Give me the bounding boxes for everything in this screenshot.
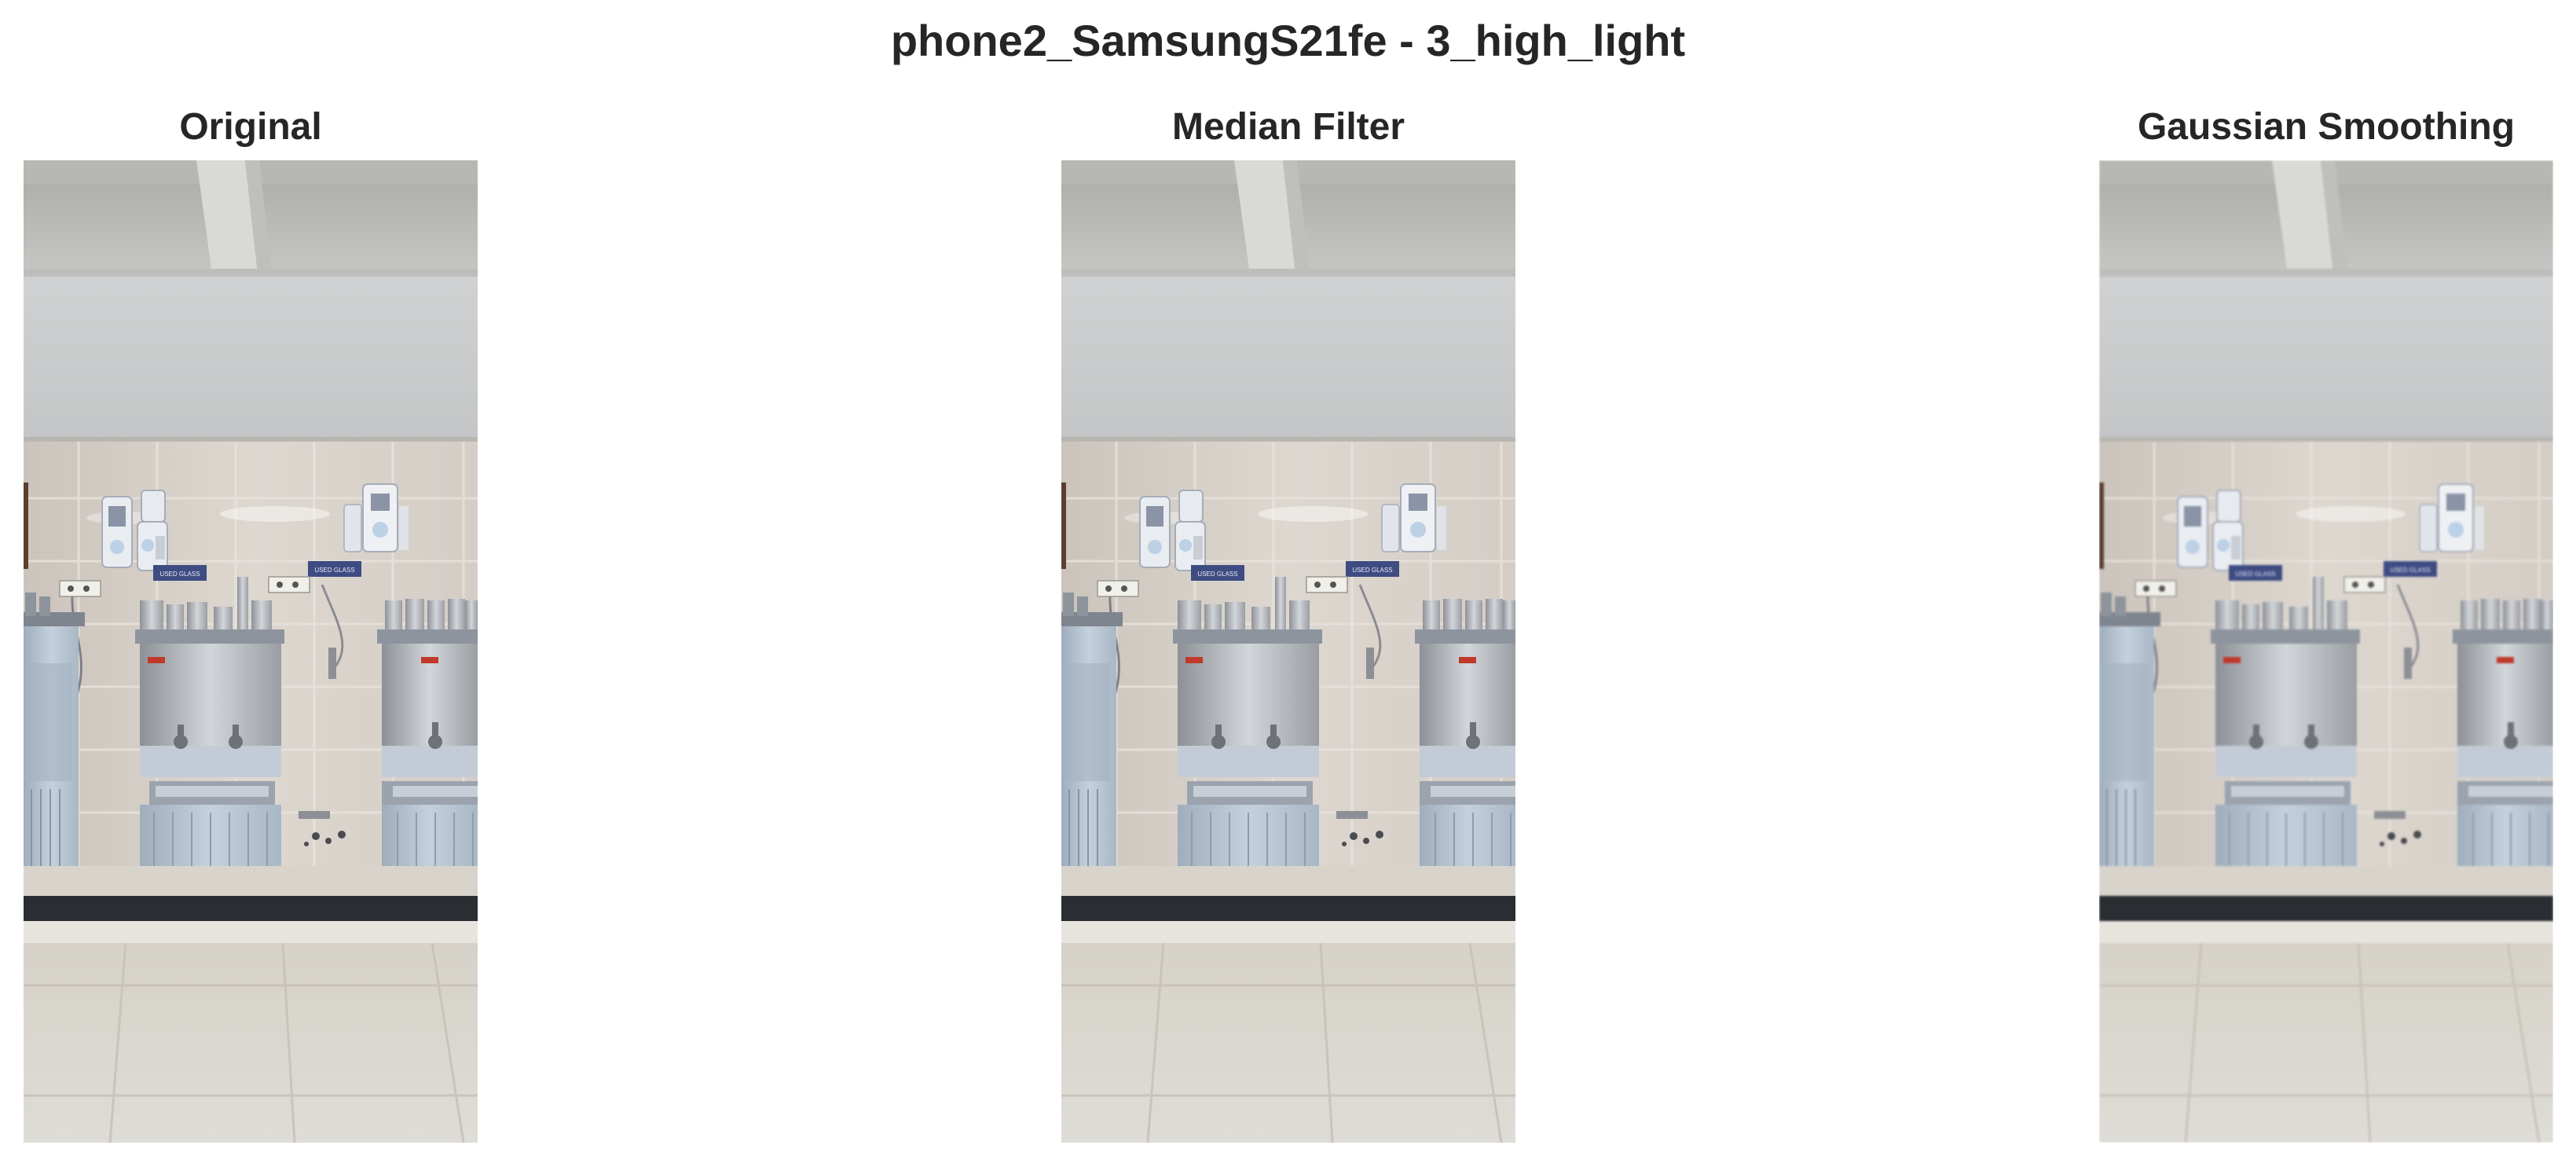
scene-sign-1: USED GLASS xyxy=(1197,571,1237,578)
figure-title: phone2_SamsungS21fe - 3_high_light xyxy=(890,16,1686,65)
photo-original: USED GLASS USED GLASS xyxy=(24,160,478,1143)
scene-sign-1: USED GLASS xyxy=(2235,571,2275,578)
photo-gaussian-smoothing: USED GLASS USED GLASS xyxy=(2099,160,2553,1143)
panel-title-original: Original xyxy=(179,106,322,148)
panel-title-gaussian-smoothing: Gaussian Smoothing xyxy=(2137,106,2516,148)
panel-title-median-filter: Median Filter xyxy=(1171,106,1405,148)
scene-sign-2: USED GLASS xyxy=(1352,567,1392,574)
water-cooler-scene: USED GLASS USED GLASS xyxy=(24,160,478,1143)
scene-sign-2: USED GLASS xyxy=(314,567,354,574)
photo-median-filter: USED GLASS USED GLASS xyxy=(1061,160,1515,1143)
scene-sign-2: USED GLASS xyxy=(2390,567,2430,574)
water-cooler-scene: USED GLASS USED GLASS xyxy=(2099,160,2553,1143)
scene-sign-1: USED GLASS xyxy=(159,571,200,578)
water-cooler-scene: USED GLASS USED GLASS xyxy=(1061,160,1515,1143)
